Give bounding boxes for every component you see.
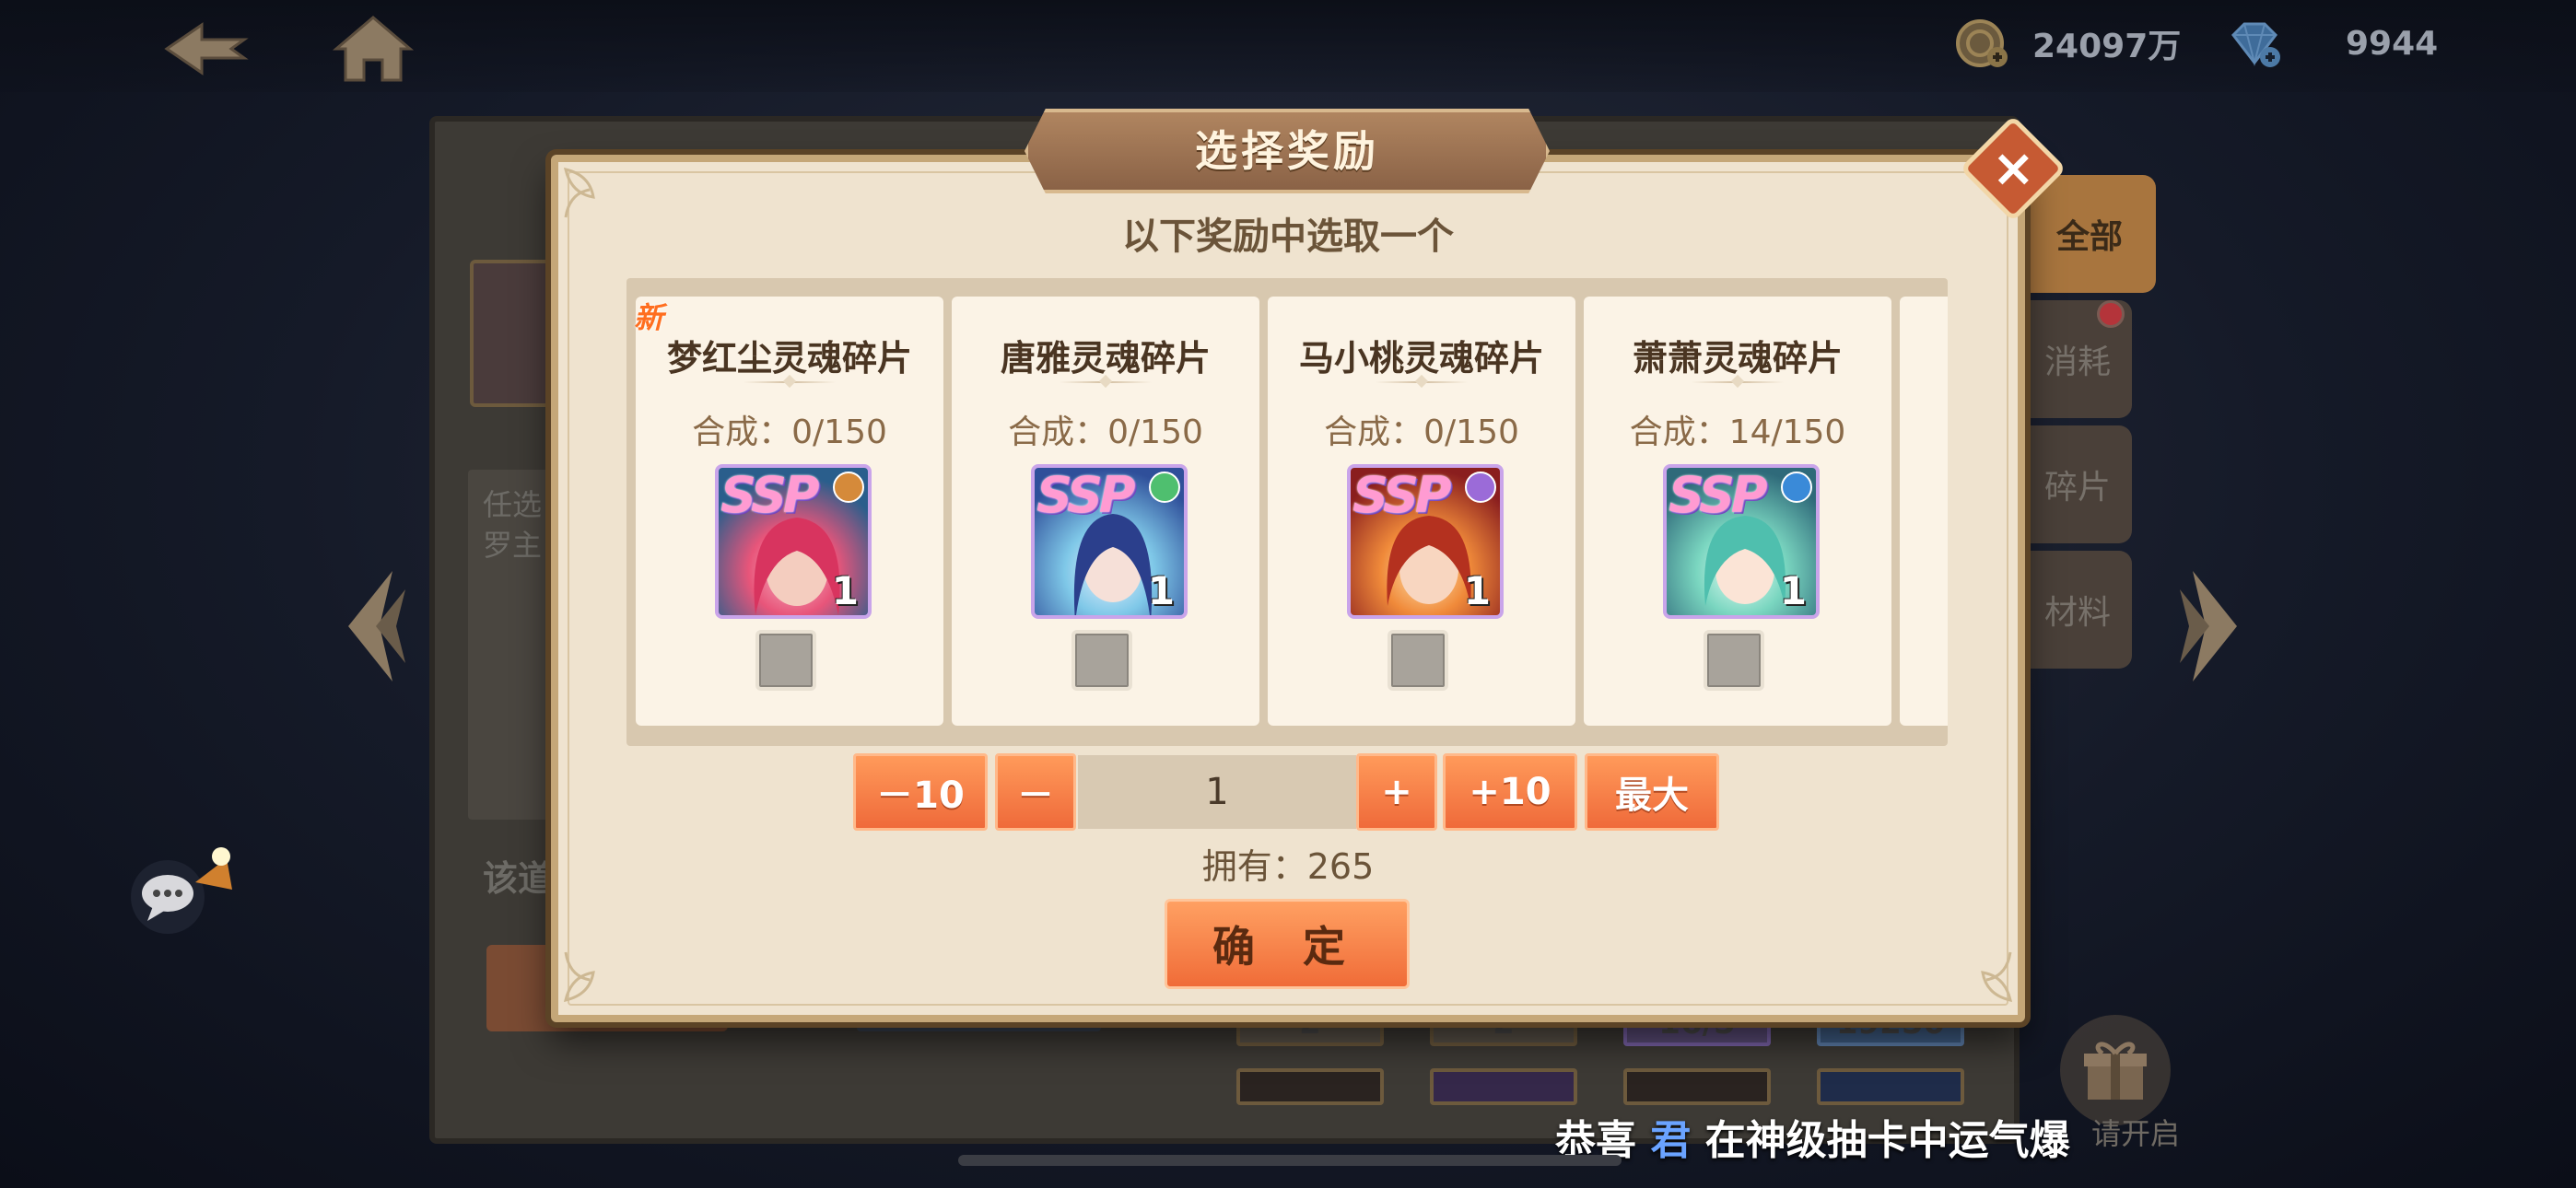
reward-count: 1 (831, 568, 859, 613)
announcement-marquee: 恭喜 君 在神级抽卡中运气爆 (1555, 1107, 2070, 1166)
corner-ornament-icon (563, 951, 595, 1003)
next-arrow-icon[interactable] (2174, 562, 2257, 691)
dialog-subtitle: 以下奖励中选取一个 (1122, 215, 1454, 258)
back-arrow-icon (164, 22, 249, 76)
background-desc-line1: 任选 (483, 487, 543, 522)
reward-portrait: SSP 1 (1347, 464, 1504, 619)
reward-portrait: SSP 1 (1663, 464, 1820, 619)
reward-name: 马小桃灵魂碎片 (1298, 338, 1544, 379)
confirm-button[interactable]: 确 定 (1165, 899, 1410, 989)
rank-badge: SSP (1036, 466, 1135, 524)
element-icon (1781, 472, 1812, 503)
element-icon (1149, 472, 1180, 503)
background-slot (1623, 1068, 1771, 1105)
chat-icon[interactable] (131, 840, 241, 941)
reward-name: 萧萧灵魂碎片 (1632, 338, 1843, 379)
reward-count: 1 (1463, 568, 1491, 613)
reward-name: 唐雅灵魂碎片 (1000, 338, 1211, 379)
quantity-input[interactable]: 1 (1078, 755, 1356, 829)
background-slot (1817, 1068, 1964, 1105)
gold-counter[interactable]: 24097万 (1953, 11, 2181, 76)
reward-progress: 合成：0/150 (692, 413, 887, 451)
rank-badge: SSP (720, 466, 819, 524)
notification-dot (2097, 300, 2125, 328)
divider (1376, 381, 1468, 383)
game-screen: 24097万 9944 任选 罗主 该道 全部 消耗 碎片 材料 2 2 16/… (0, 0, 2576, 1188)
gold-coin-icon (1953, 15, 2010, 72)
reward-progress: 合成：0/150 (1008, 413, 1203, 451)
reward-progress: 合成：0/150 (1324, 413, 1519, 451)
background-slot (1236, 1068, 1384, 1105)
divider (744, 381, 836, 383)
plus-button[interactable]: + (1356, 753, 1437, 831)
home-icon (332, 16, 415, 82)
dialog-title: 选择奖励 (1195, 126, 1379, 176)
divider (1692, 381, 1784, 383)
gift-label: 请开启 (2091, 1116, 2181, 1151)
select-checkbox[interactable] (1071, 630, 1132, 691)
reward-card-partial[interactable] (1900, 297, 1948, 726)
diamond-amount: 9944 (2346, 24, 2439, 63)
minus-button[interactable]: － (995, 753, 1076, 831)
select-checkbox[interactable] (1388, 630, 1448, 691)
plus-10-button[interactable]: +10 (1443, 753, 1577, 831)
minus-10-button[interactable]: －10 (853, 753, 988, 831)
reward-count: 1 (1779, 568, 1807, 613)
reward-count: 1 (1147, 568, 1175, 613)
diamond-counter[interactable]: 9944 (2226, 11, 2438, 76)
marquee-player-name: 君 (1650, 1117, 1692, 1164)
reward-card[interactable]: 梦红尘灵魂碎片 合成：0/150 SSP 1 (636, 297, 943, 726)
home-indicator (958, 1155, 1622, 1166)
max-button[interactable]: 最大 (1585, 753, 1719, 831)
marquee-suffix: 在神级抽卡中运气爆 (1691, 1117, 2070, 1164)
gift-button[interactable] (2060, 1015, 2171, 1125)
close-icon: × (1991, 137, 2035, 198)
tab-materials[interactable]: 材料 (2023, 551, 2132, 669)
background-desc-line2: 罗主 (483, 528, 543, 563)
select-checkbox[interactable] (755, 630, 816, 691)
select-checkbox[interactable] (1704, 630, 1764, 691)
back-button[interactable] (155, 7, 256, 90)
background-slot (1430, 1068, 1577, 1105)
corner-ornament-icon (1981, 951, 2013, 1003)
element-icon (1465, 472, 1496, 503)
new-badge: 新 (634, 300, 664, 335)
reward-portrait: SSP 1 (715, 464, 872, 619)
reward-name: 梦红尘灵魂碎片 (666, 338, 912, 379)
reward-card[interactable]: 萧萧灵魂碎片 合成：14/150 SSP 1 (1584, 297, 1891, 726)
reward-card[interactable]: 马小桃灵魂碎片 合成：0/150 SSP 1 (1268, 297, 1575, 726)
tab-fragments[interactable]: 碎片 (2023, 425, 2132, 543)
reward-portrait: SSP 1 (1031, 464, 1188, 619)
rank-badge: SSP (1669, 466, 1767, 524)
previous-arrow-icon[interactable] (328, 562, 411, 691)
owned-count: 拥有：265 (1201, 846, 1375, 887)
home-button[interactable] (322, 7, 424, 90)
element-icon (833, 472, 864, 503)
reward-card[interactable]: 唐雅灵魂碎片 合成：0/150 SSP 1 (952, 297, 1259, 726)
divider (1060, 381, 1152, 383)
tab-all[interactable]: 全部 (2023, 175, 2156, 293)
reward-progress: 合成：14/150 (1629, 413, 1846, 451)
gold-amount: 24097万 (2032, 28, 2182, 65)
gift-icon (2084, 1042, 2147, 1100)
background-item-note: 该道 (483, 858, 554, 899)
rank-badge: SSP (1352, 466, 1451, 524)
diamond-icon (2226, 15, 2283, 72)
